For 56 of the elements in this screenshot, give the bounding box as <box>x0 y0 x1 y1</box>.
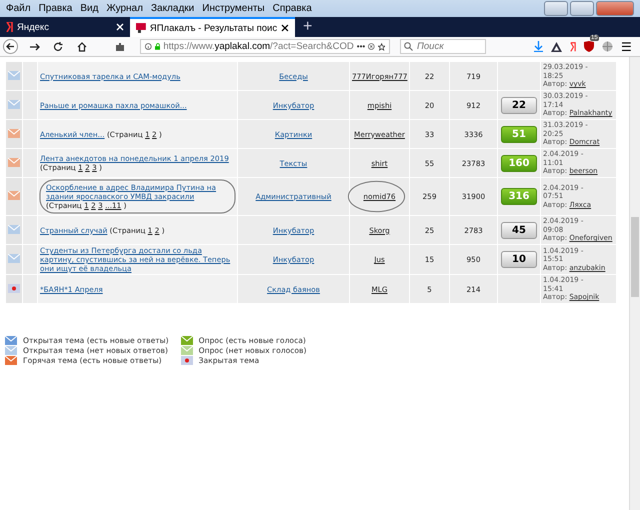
rating-badge: 45 <box>501 222 537 238</box>
download-icon[interactable] <box>534 41 543 52</box>
browser-tab[interactable]: Яндекс <box>0 17 130 37</box>
menu-button[interactable]: ☰ <box>621 40 632 54</box>
back-icon[interactable] <box>2 39 18 54</box>
forward-icon[interactable] <box>28 42 40 52</box>
envelope-icon <box>8 100 20 108</box>
scrollbar-thumb[interactable] <box>631 217 639 297</box>
menu-item[interactable]: Журнал <box>102 3 147 14</box>
new-tab-button[interactable]: + <box>295 17 320 37</box>
home-icon[interactable] <box>77 42 87 52</box>
menu-item[interactable]: Закладки <box>146 3 198 14</box>
envelope-icon <box>8 224 20 234</box>
envelope-icon <box>8 70 20 80</box>
envelope-icon <box>8 158 20 166</box>
shield-icon[interactable] <box>584 41 594 52</box>
menu-item[interactable]: Справка <box>268 3 316 14</box>
menu-item[interactable]: Вид <box>76 3 102 14</box>
menu-item[interactable]: Правка <box>34 3 76 14</box>
envelope-icon <box>5 336 17 345</box>
rating-badge: 316 <box>501 188 537 205</box>
lock-icon <box>154 42 160 51</box>
reload-icon[interactable] <box>53 42 63 52</box>
info-icon <box>145 42 152 51</box>
minimize-button[interactable] <box>544 1 568 16</box>
address-bar[interactable]: https://www.yaplakal.com/?act=Search&COD ••• <box>140 39 390 54</box>
envelope-icon <box>8 128 20 138</box>
tab-label: ЯПлакалъ - Результаты поис <box>150 22 278 34</box>
close-icon[interactable] <box>281 24 289 32</box>
menu-item[interactable]: Файл <box>2 3 35 14</box>
search-field[interactable]: Поиск <box>400 39 486 54</box>
site-logo-icon <box>136 23 146 33</box>
globe-icon[interactable] <box>602 41 613 52</box>
rating-badge: 160 <box>501 154 537 172</box>
rating-badge: 10 <box>501 251 537 268</box>
tab-label: Яндекс <box>17 22 50 32</box>
page-actions-button[interactable]: ••• <box>356 42 366 51</box>
maximize-button[interactable] <box>570 1 594 16</box>
yandex-logo-icon <box>6 22 13 32</box>
menu-item[interactable]: Инструменты <box>198 3 269 14</box>
yandex-logo-icon[interactable] <box>570 42 576 52</box>
rating-badge: 22 <box>501 96 537 114</box>
envelope-icon <box>180 336 193 345</box>
envelope-icon <box>8 254 20 263</box>
triangle-logo-icon[interactable] <box>551 42 562 52</box>
rating-badge: 51 <box>501 126 537 142</box>
envelope-icon <box>5 346 17 355</box>
closed-topic-icon <box>180 356 193 365</box>
envelope-icon <box>5 356 17 365</box>
search-icon <box>404 42 413 51</box>
closed-topic-icon <box>8 284 20 292</box>
browser-tab[interactable]: ЯПлакалъ - Результаты поис <box>130 17 295 37</box>
envelope-icon <box>8 191 20 200</box>
envelope-icon <box>180 346 193 355</box>
star-icon[interactable] <box>378 42 385 52</box>
url-text: https://www.yaplakal.com/?act=Search&COD <box>163 41 354 52</box>
